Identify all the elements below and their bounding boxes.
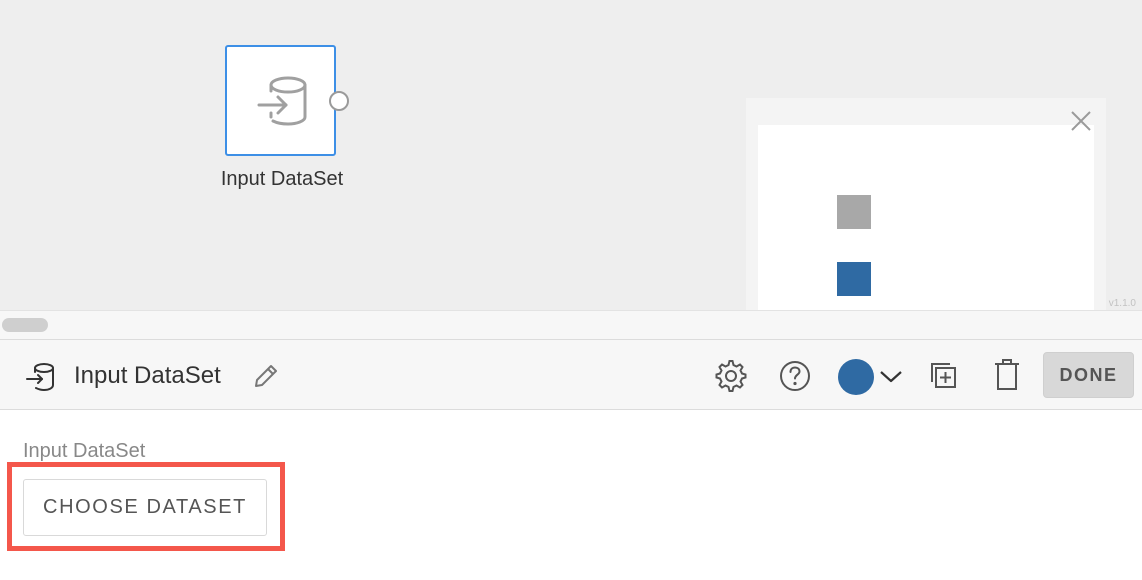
node-label: Input DataSet [220,168,344,190]
duplicate-icon[interactable] [928,360,958,390]
dataset-input-icon [26,363,54,391]
dataset-input-icon [257,76,307,126]
node-output-port[interactable] [329,91,349,111]
trash-icon[interactable] [993,358,1021,392]
section-label: Input DataSet [23,440,146,462]
pencil-icon[interactable] [252,362,280,390]
done-button[interactable]: DONE [1043,352,1134,398]
input-dataset-node[interactable] [225,45,336,156]
minimap-node [837,262,871,296]
node-toolbar: Input DataSet DONE [0,339,1142,410]
horizontal-scrollbar[interactable] [0,310,1142,339]
minimap[interactable] [746,98,1106,310]
help-icon[interactable] [778,359,812,393]
node-title: Input DataSet [74,362,221,389]
minimap-viewport[interactable] [758,125,1094,310]
gear-icon[interactable] [714,359,748,393]
version-label: v1.1.0 [1108,298,1136,309]
close-icon[interactable] [1069,109,1093,133]
minimap-node [837,195,871,229]
choose-dataset-button[interactable]: CHOOSE DATASET [23,479,267,536]
workflow-canvas[interactable]: Input DataSet v1.1.0 [0,0,1142,310]
node-color-swatch[interactable] [838,359,874,395]
scrollbar-thumb[interactable] [2,318,48,332]
chevron-down-icon[interactable] [878,367,904,385]
